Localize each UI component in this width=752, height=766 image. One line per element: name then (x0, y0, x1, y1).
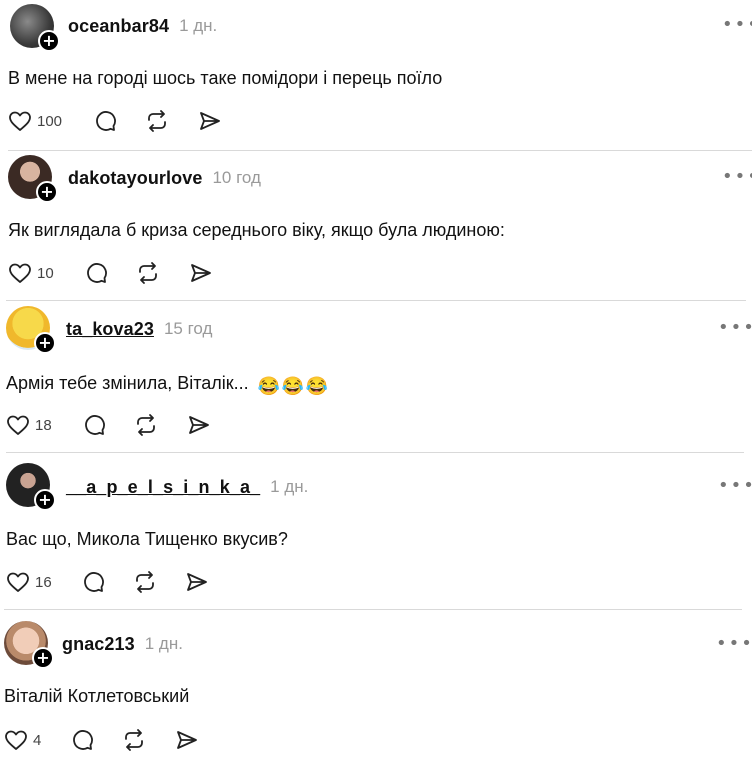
share-button[interactable] (198, 109, 222, 133)
repost-icon (137, 414, 155, 436)
username[interactable]: dakotayourlove (68, 168, 202, 189)
post-text: Як виглядала б криза середнього віку, як… (8, 220, 505, 240)
like-count: 4 (33, 731, 42, 749)
follow-plus-icon[interactable]: + (34, 332, 56, 354)
post-text: Віталій Котлетовський (4, 686, 190, 706)
avatar[interactable]: + (6, 306, 56, 354)
heart-icon (5, 730, 27, 750)
heart-icon (7, 415, 29, 435)
like-button[interactable]: 18 (6, 414, 52, 436)
avatar[interactable]: + (4, 621, 54, 669)
comment-button[interactable] (82, 413, 106, 437)
share-button[interactable] (189, 261, 213, 285)
share-icon (187, 573, 207, 591)
like-button[interactable]: 16 (6, 571, 52, 593)
repost-button[interactable] (134, 413, 158, 437)
post-text: Армія тебе змінила, Віталік... 😂😂😂 (6, 373, 329, 396)
comment-button[interactable] (93, 109, 117, 133)
repost-icon (125, 729, 143, 751)
like-button[interactable]: 10 (8, 262, 54, 284)
repost-button[interactable] (136, 261, 160, 285)
timestamp: 15 год (163, 319, 213, 338)
timestamp: 1 дн. (144, 634, 183, 653)
timestamp: 1 дн. (179, 16, 218, 35)
like-count: 16 (35, 573, 52, 591)
repost-icon (139, 262, 157, 284)
like-count: 18 (35, 416, 52, 434)
share-icon (200, 112, 220, 130)
repost-button[interactable] (133, 570, 157, 594)
more-options-icon[interactable]: ••• (716, 635, 752, 653)
comment-button[interactable] (81, 570, 105, 594)
heart-icon (9, 111, 31, 131)
comment-icon (84, 572, 104, 592)
laughing-emoji-icon: 😂 (305, 376, 329, 396)
more-options-icon[interactable]: ••• (718, 319, 752, 337)
more-options-icon[interactable]: ••• (722, 168, 752, 186)
post-text-content: Армія тебе змінила, Віталік... (6, 373, 254, 393)
like-count: 100 (37, 112, 63, 130)
avatar[interactable]: + (8, 155, 58, 203)
username[interactable]: __a_p_e_l_s_i_n_k_a_ (66, 477, 260, 498)
like-count: 10 (37, 264, 54, 282)
share-icon (177, 731, 197, 749)
username[interactable]: ta_kova23 (66, 319, 154, 340)
comment-icon (85, 415, 105, 435)
comment-button[interactable] (84, 261, 108, 285)
repost-icon (136, 571, 154, 593)
timestamp: 10 год (212, 168, 261, 187)
repost-icon (148, 110, 166, 132)
repost-button[interactable] (145, 109, 169, 133)
laughing-emoji-icon: 😂 (257, 376, 281, 396)
divider (4, 609, 742, 610)
follow-plus-icon[interactable]: + (36, 181, 58, 203)
follow-plus-icon[interactable]: + (32, 647, 54, 669)
like-button[interactable]: 100 (8, 110, 62, 132)
divider (6, 300, 746, 301)
heart-icon (9, 263, 31, 283)
follow-plus-icon[interactable]: + (34, 489, 56, 511)
username[interactable]: gnac213 (62, 634, 135, 655)
laughing-emoji-icon: 😂 (281, 376, 305, 396)
avatar[interactable]: + (6, 463, 56, 511)
avatar[interactable]: + (10, 4, 60, 52)
share-button[interactable] (185, 570, 209, 594)
divider (8, 150, 752, 151)
post-text: Вас що, Микола Тищенко вкусив? (6, 529, 288, 549)
comment-button[interactable] (70, 728, 94, 752)
username[interactable]: oceanbar84 (68, 16, 169, 37)
comment-icon (96, 111, 116, 131)
share-icon (191, 264, 211, 282)
share-button[interactable] (187, 413, 211, 437)
heart-icon (7, 572, 29, 592)
repost-button[interactable] (122, 728, 146, 752)
comment-icon (87, 263, 107, 283)
more-options-icon[interactable]: ••• (722, 16, 752, 34)
comment-icon (73, 730, 93, 750)
timestamp: 1 дн. (270, 477, 309, 496)
divider (6, 452, 744, 453)
like-button[interactable]: 4 (4, 729, 41, 751)
post-text: В мене на городі шось таке помідори і пе… (8, 68, 443, 88)
follow-plus-icon[interactable]: + (38, 30, 60, 52)
share-button[interactable] (175, 728, 199, 752)
more-options-icon[interactable]: ••• (718, 477, 752, 495)
share-icon (189, 416, 209, 434)
